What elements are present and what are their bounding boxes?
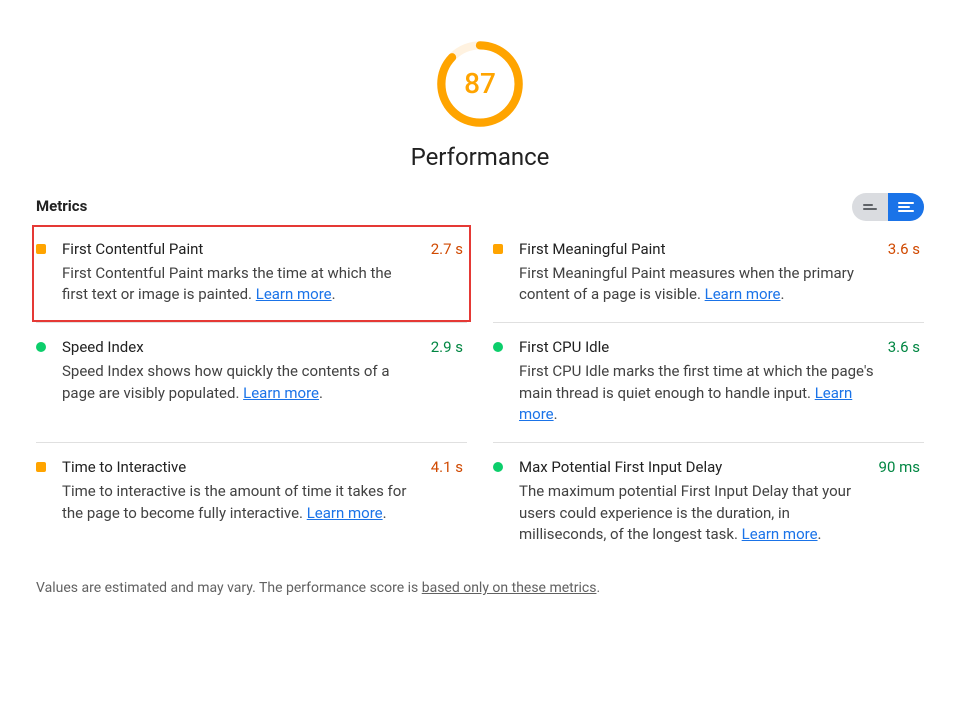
metric-card: First CPU IdleFirst CPU Idle marks the f…: [493, 322, 924, 442]
performance-gauge-area: 87 Performance: [36, 20, 924, 175]
metric-name: Speed Index: [62, 337, 417, 359]
metric-body: First CPU IdleFirst CPU Idle marks the f…: [519, 337, 884, 426]
metric-desc-text: First Meaningful Paint measures when the…: [519, 264, 854, 304]
metric-value: 3.6 s: [888, 239, 920, 306]
metric-name: First Meaningful Paint: [519, 239, 874, 261]
metric-value: 4.1 s: [431, 457, 463, 546]
view-toggle: [852, 193, 924, 221]
metric-description: First Contentful Paint marks the time at…: [62, 263, 417, 307]
learn-more-link[interactable]: Learn more: [742, 525, 818, 543]
footer-note: Values are estimated and may vary. The p…: [36, 578, 924, 598]
metrics-grid: First Contentful Paint First Contentful P…: [36, 225, 924, 562]
learn-more-link[interactable]: Learn more: [705, 285, 781, 303]
metric-name: First Contentful Paint: [62, 239, 417, 261]
metric-description: The maximum potential First Input Delay …: [519, 481, 865, 546]
metric-card: Time to InteractiveTime to interactive i…: [36, 442, 467, 562]
metric-card: Speed Index Speed Index shows how quickly…: [36, 322, 467, 442]
metric-value: 90 ms: [879, 457, 920, 546]
metric-description: Time to interactive is the amount of tim…: [62, 481, 417, 525]
learn-more-link[interactable]: Learn more: [256, 285, 332, 303]
metric-desc-text: First Contentful Paint marks the time at…: [62, 264, 392, 304]
metric-desc-post: .: [319, 384, 323, 402]
metric-desc-post: .: [332, 285, 336, 303]
compact-lines-icon: [863, 204, 877, 210]
learn-more-link[interactable]: Learn more: [243, 384, 319, 402]
footer-link[interactable]: based only on these metrics: [422, 580, 597, 596]
metric-body: Speed Index Speed Index shows how quickly…: [62, 337, 427, 426]
status-pass-icon: [493, 342, 503, 352]
view-expanded-button[interactable]: [888, 193, 924, 221]
status-pass-icon: [493, 462, 503, 472]
metric-desc-post: .: [818, 525, 822, 543]
metric-description: First Meaningful Paint measures when the…: [519, 263, 874, 307]
metric-body: First Contentful Paint First Contentful P…: [62, 239, 427, 306]
gauge-label: Performance: [411, 140, 550, 175]
metrics-heading: Metrics: [36, 196, 87, 218]
footer-text-pre: Values are estimated and may vary. The p…: [36, 580, 422, 596]
metric-body: First Meaningful Paint First Meaningful P…: [519, 239, 884, 306]
gauge: 87: [434, 38, 526, 130]
status-avg-icon: [493, 244, 503, 254]
metric-body: Max Potential First Input DelayThe maxim…: [519, 457, 875, 546]
metric-desc-post: .: [554, 405, 558, 423]
metric-desc-post: .: [383, 504, 387, 522]
metric-value: 3.6 s: [888, 337, 920, 426]
metric-card: First Meaningful Paint First Meaningful P…: [493, 225, 924, 322]
metric-body: Time to InteractiveTime to interactive i…: [62, 457, 427, 546]
metric-card: Max Potential First Input DelayThe maxim…: [493, 442, 924, 562]
metric-description: First CPU Idle marks the first time at w…: [519, 361, 874, 426]
metric-desc-text: Speed Index shows how quickly the conten…: [62, 362, 390, 402]
status-pass-icon: [36, 342, 46, 352]
metric-desc-post: .: [781, 285, 785, 303]
expanded-lines-icon: [898, 202, 914, 212]
metric-card: First Contentful Paint First Contentful P…: [32, 225, 471, 322]
view-compact-button[interactable]: [852, 193, 888, 221]
metric-value: 2.9 s: [431, 337, 463, 426]
metric-name: First CPU Idle: [519, 337, 874, 359]
metric-name: Max Potential First Input Delay: [519, 457, 865, 479]
footer-text-post: .: [596, 580, 600, 596]
metric-name: Time to Interactive: [62, 457, 417, 479]
metric-description: Speed Index shows how quickly the conten…: [62, 361, 417, 405]
gauge-score: 87: [434, 38, 526, 130]
status-avg-icon: [36, 244, 46, 254]
learn-more-link[interactable]: Learn more: [307, 504, 383, 522]
metric-value: 2.7 s: [431, 239, 463, 306]
status-avg-icon: [36, 462, 46, 472]
